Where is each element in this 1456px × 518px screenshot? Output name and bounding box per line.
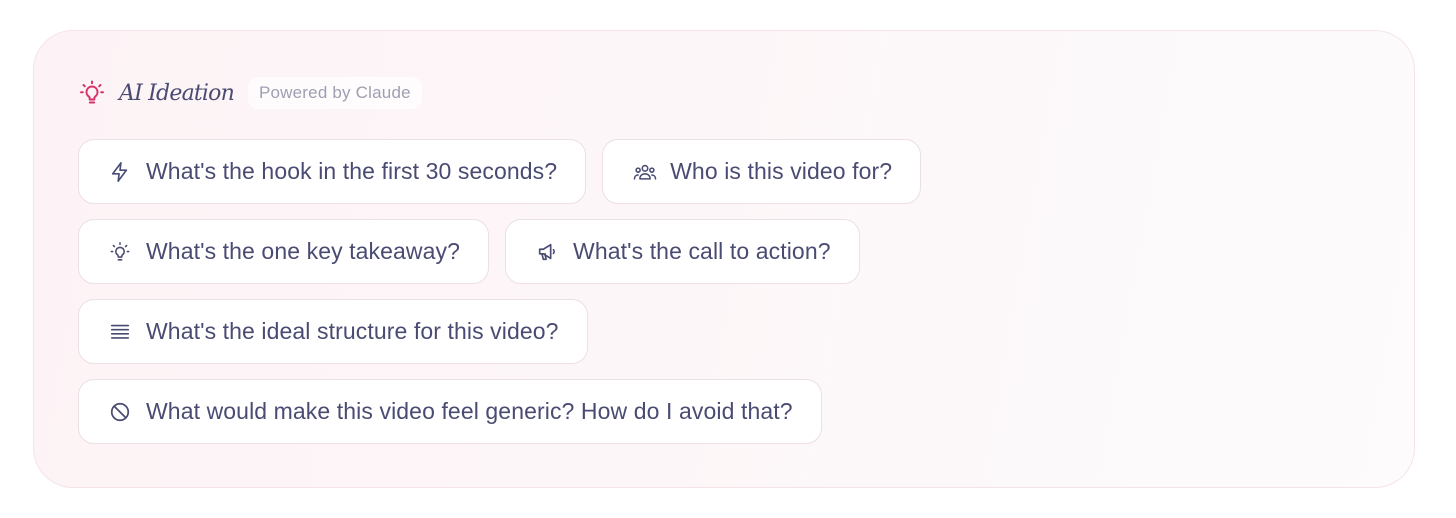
prompt-chip-label: What's the ideal structure for this vide… xyxy=(146,318,559,344)
prompt-chip-label: What's the hook in the first 30 seconds? xyxy=(146,158,558,184)
list-lines-icon xyxy=(109,321,131,343)
prompt-chip-cta[interactable]: What's the call to action? xyxy=(505,219,860,284)
prompt-chip-audience[interactable]: Who is this video for? xyxy=(602,139,922,204)
prompt-chip-hook[interactable]: What's the hook in the first 30 seconds? xyxy=(78,139,587,204)
panel-header: AI Ideation Powered by Claude xyxy=(79,75,422,111)
megaphone-icon xyxy=(536,241,558,263)
lightbulb-icon xyxy=(109,241,131,263)
prompt-chip-label: Who is this video for? xyxy=(670,158,893,184)
prompt-chip-structure[interactable]: What's the ideal structure for this vide… xyxy=(78,299,588,364)
panel-title: AI Ideation xyxy=(119,80,235,106)
bolt-icon xyxy=(109,161,131,183)
prompt-chip-label: What's the one key takeaway? xyxy=(146,238,461,264)
ai-ideation-panel: AI Ideation Powered by Claude What's the… xyxy=(33,30,1415,488)
prompt-chip-takeaway[interactable]: What's the one key takeaway? xyxy=(78,219,490,284)
users-icon xyxy=(633,161,657,183)
ban-icon xyxy=(109,401,131,423)
prompt-chip-generic[interactable]: What would make this video feel generic?… xyxy=(78,379,822,444)
prompt-suggestions: What's the hook in the first 30 seconds?… xyxy=(78,139,1378,459)
powered-by-badge: Powered by Claude xyxy=(247,77,422,109)
prompt-chip-label: What's the call to action? xyxy=(573,238,831,264)
prompt-chip-label: What would make this video feel generic?… xyxy=(146,398,793,424)
lightbulb-icon xyxy=(79,79,105,107)
